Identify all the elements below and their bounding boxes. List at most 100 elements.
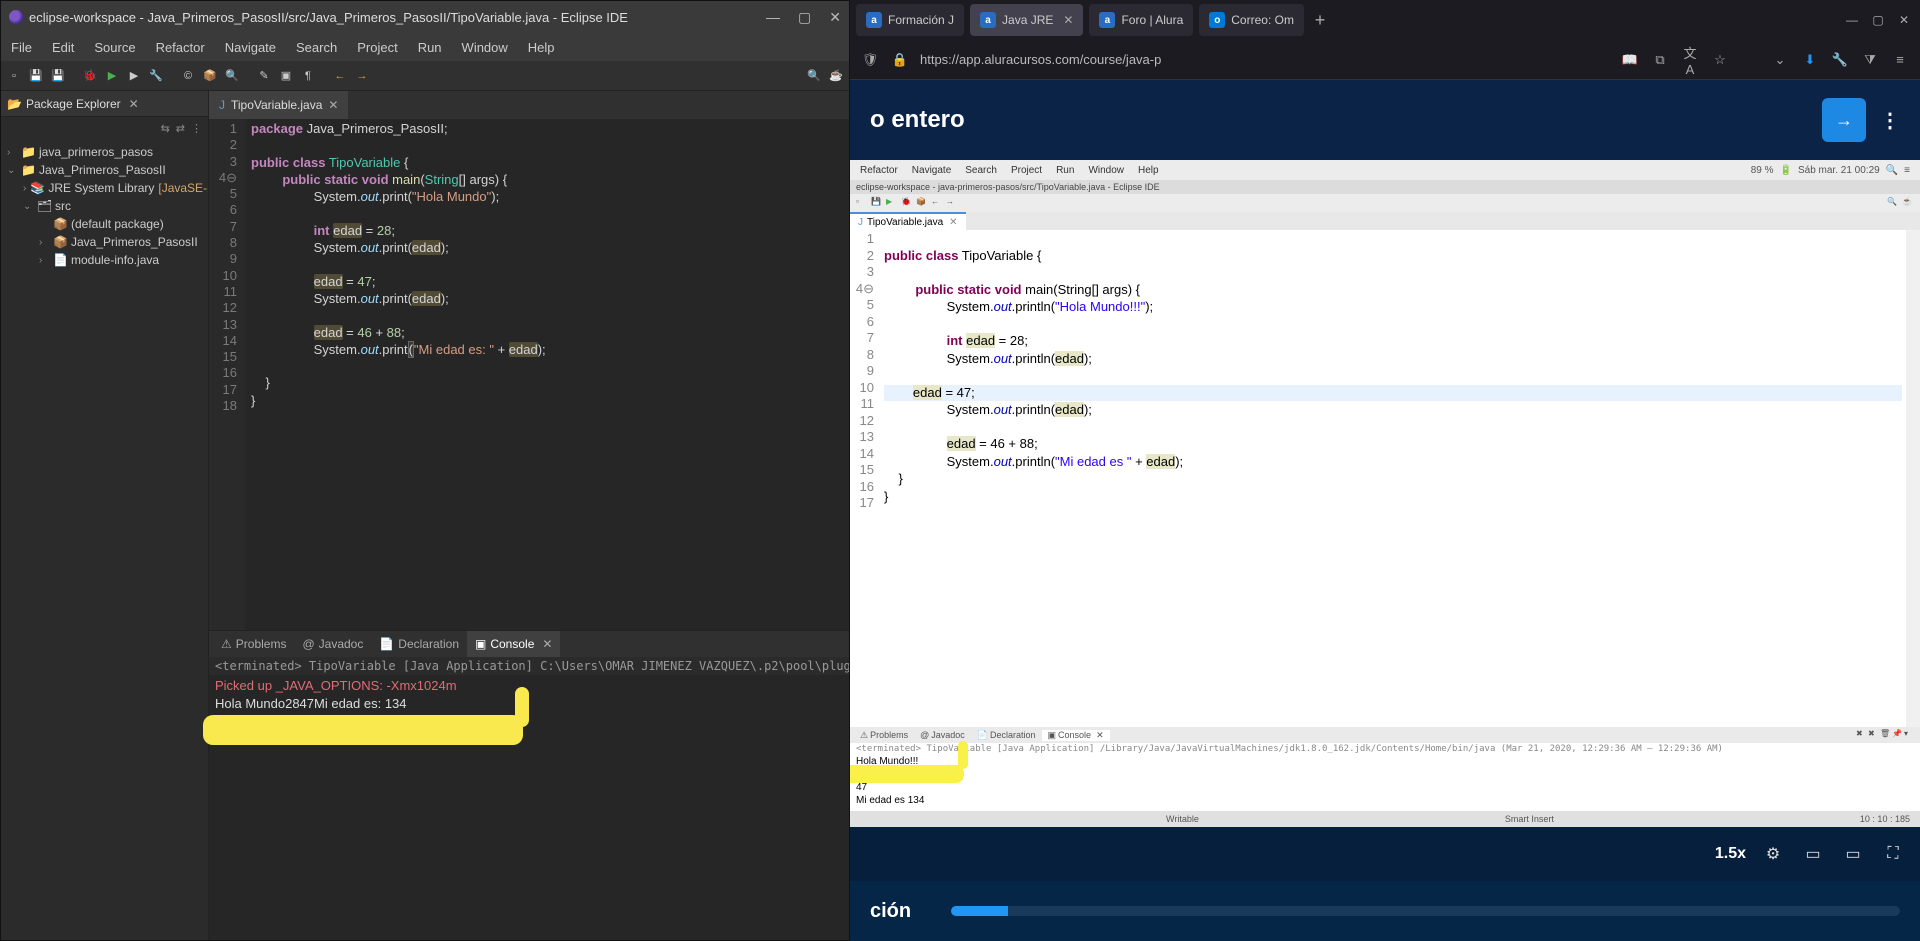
subtitles-icon[interactable]: ▭ — [1800, 841, 1826, 867]
course-header: o entero → ⋮ — [850, 80, 1920, 160]
menu-search[interactable]: Search — [296, 40, 337, 55]
video-editor-tab: JTipoVariable.java✕ — [850, 212, 966, 230]
url-bar-row: 🛡 🔒 https://app.aluracursos.com/course/j… — [850, 40, 1920, 80]
menu-project[interactable]: Project — [357, 40, 397, 55]
devtools-icon[interactable]: 🔧 — [1830, 52, 1850, 68]
package-explorer-icon: 📂 — [7, 97, 22, 111]
code-editor[interactable]: package Java_Primeros_PasosII; public cl… — [245, 119, 849, 630]
tab-console[interactable]: ▣Console✕ — [467, 631, 560, 657]
save-icon[interactable]: 💾 — [27, 67, 45, 85]
shield-icon[interactable]: 🛡 — [860, 52, 880, 68]
new-class-icon[interactable]: © — [179, 67, 197, 85]
tree-item[interactable]: ⌄🗂src — [3, 197, 206, 215]
playback-speed[interactable]: 1.5x — [1715, 845, 1746, 863]
tab-close-icon[interactable]: ✕ — [1063, 13, 1073, 27]
video-line-numbers: 1234⊖567891011121314151617 — [850, 230, 880, 727]
alura-icon: a — [1099, 12, 1115, 28]
tab-declaration[interactable]: 📄Declaration — [371, 631, 467, 657]
console-icon: ▣ — [475, 637, 486, 651]
theater-icon[interactable]: ▭ — [1840, 841, 1866, 867]
run-icon[interactable]: ▶ — [103, 67, 121, 85]
section-row[interactable]: ción — [850, 881, 1920, 941]
yellow-highlight-annotation — [203, 715, 523, 745]
tree-item[interactable]: ›📦Java_Primeros_PasosII — [3, 233, 206, 251]
tab-close-icon[interactable]: ✕ — [328, 98, 338, 112]
translate-icon[interactable]: 文A — [1680, 43, 1700, 77]
console-close-icon[interactable]: ✕ — [542, 637, 552, 651]
open-type-icon[interactable]: 🔍 — [223, 67, 241, 85]
clock-label: Sáb mar. 21 00:29 — [1798, 165, 1880, 176]
video-window-title: eclipse-workspace - java-primeros-pasos/… — [850, 180, 1920, 194]
link-editor-icon[interactable]: ⇄ — [176, 122, 185, 135]
new-tab-icon[interactable]: + — [1310, 10, 1330, 31]
nav-back-icon[interactable]: ← — [331, 67, 349, 85]
extensions-icon[interactable]: ⧩ — [1860, 52, 1880, 68]
browser-tab-formacion[interactable]: aFormación J — [856, 4, 964, 36]
url-input[interactable]: https://app.aluracursos.com/course/java-… — [920, 52, 1610, 67]
ext-tools-icon[interactable]: 🔧 — [147, 67, 165, 85]
menu-help[interactable]: Help — [528, 40, 555, 55]
pip-icon[interactable]: ⧉ — [1650, 52, 1670, 68]
max-icon[interactable]: ▢ — [1868, 13, 1888, 27]
debug-icon[interactable]: 🐞 — [81, 67, 99, 85]
menu-file[interactable]: File — [11, 40, 32, 55]
video-player[interactable]: Refactor Navigate Search Project Run Win… — [850, 160, 1920, 881]
nav-fwd-icon[interactable]: → — [353, 67, 371, 85]
collapse-all-icon[interactable]: ⇆ — [161, 122, 170, 135]
tree-item[interactable]: ›📄module-info.java — [3, 251, 206, 269]
tab-javadoc[interactable]: @Javadoc — [294, 631, 371, 657]
tree-item[interactable]: ›📚JRE System Library [JavaSE-1 — [3, 179, 206, 197]
close-icon[interactable]: ✕ — [829, 9, 841, 26]
video-console-output: Hola Mundo!!! 28 47 Mi edad es 134 — [850, 755, 1920, 811]
lock-icon[interactable]: 🔒 — [890, 52, 910, 68]
view-menu-icon[interactable]: ⋮ — [191, 122, 202, 135]
pocket-icon[interactable]: ⌄ — [1770, 52, 1790, 68]
console-line-1: Picked up _JAVA_OPTIONS: -Xmx1024m — [215, 678, 457, 693]
new-icon[interactable]: ▫ — [5, 67, 23, 85]
show-whitespace-icon[interactable]: ¶ — [299, 67, 317, 85]
maximize-icon[interactable]: ▢ — [798, 9, 811, 26]
eclipse-window: eclipse-workspace - Java_Primeros_PasosI… — [0, 0, 850, 941]
yellow-highlight-annotation — [850, 765, 964, 783]
window-title: eclipse-workspace - Java_Primeros_PasosI… — [29, 10, 628, 25]
menu-source[interactable]: Source — [94, 40, 135, 55]
video-code: public class TipoVariable { public stati… — [880, 230, 1906, 727]
browser-tab-correo[interactable]: oCorreo: Om — [1199, 4, 1304, 36]
tree-item[interactable]: ⌄📁Java_Primeros_PasosII — [3, 161, 206, 179]
coverage-icon[interactable]: ▶ — [125, 67, 143, 85]
close-view-icon[interactable]: ✕ — [129, 97, 139, 111]
browser-tab-foro[interactable]: aForo | Alura — [1089, 4, 1193, 36]
toggle-mark-icon[interactable]: ✎ — [255, 67, 273, 85]
min-icon[interactable]: — — [1842, 13, 1862, 27]
menu-refactor[interactable]: Refactor — [156, 40, 205, 55]
menu-window[interactable]: Window — [462, 40, 508, 55]
new-package-icon[interactable]: 📦 — [201, 67, 219, 85]
menu-edit[interactable]: Edit — [52, 40, 74, 55]
tab-problems[interactable]: ⚠Problems — [213, 631, 294, 657]
minimize-icon[interactable]: — — [766, 9, 780, 26]
close-browser-icon[interactable]: ✕ — [1894, 13, 1914, 27]
browser-tab-java-jre[interactable]: aJava JRE✕ — [970, 4, 1083, 36]
tree-item[interactable]: 📦(default package) — [3, 215, 206, 233]
settings-icon[interactable]: ⚙ — [1760, 841, 1786, 867]
downloads-icon[interactable]: ⬇ — [1800, 52, 1820, 68]
console-output[interactable]: Picked up _JAVA_OPTIONS: -Xmx1024m Hola … — [209, 675, 849, 940]
video-bottom-tabs: ⚠Problems @Javadoc 📄Declaration ▣Console… — [850, 727, 1920, 743]
tree-item[interactable]: ›📁java_primeros_pasos — [3, 143, 206, 161]
reader-icon[interactable]: 📖 — [1620, 52, 1640, 68]
more-icon[interactable]: ⋮ — [1880, 108, 1900, 133]
video-statusbar: Writable Smart Insert 10 : 10 : 185 — [850, 811, 1920, 827]
fullscreen-icon[interactable]: ⛶ — [1880, 841, 1906, 867]
search-toolbar-icon[interactable]: 🔍 — [805, 67, 823, 85]
bookmark-icon[interactable]: ☆ — [1710, 52, 1730, 68]
block-select-icon[interactable]: ▣ — [277, 67, 295, 85]
editor-tab-tipovariable[interactable]: J TipoVariable.java ✕ — [209, 91, 348, 119]
menu-navigate[interactable]: Navigate — [225, 40, 276, 55]
menu-run[interactable]: Run — [418, 40, 442, 55]
line-numbers: 1234⊖56789101112131415161718 — [209, 119, 245, 630]
save-all-icon[interactable]: 💾 — [49, 67, 67, 85]
hamburger-icon[interactable]: ≡ — [1890, 52, 1910, 67]
perspective-java-icon[interactable]: ☕ — [827, 67, 845, 85]
battery-label: 89 % — [1751, 165, 1774, 176]
next-lesson-button[interactable]: → — [1822, 98, 1866, 142]
